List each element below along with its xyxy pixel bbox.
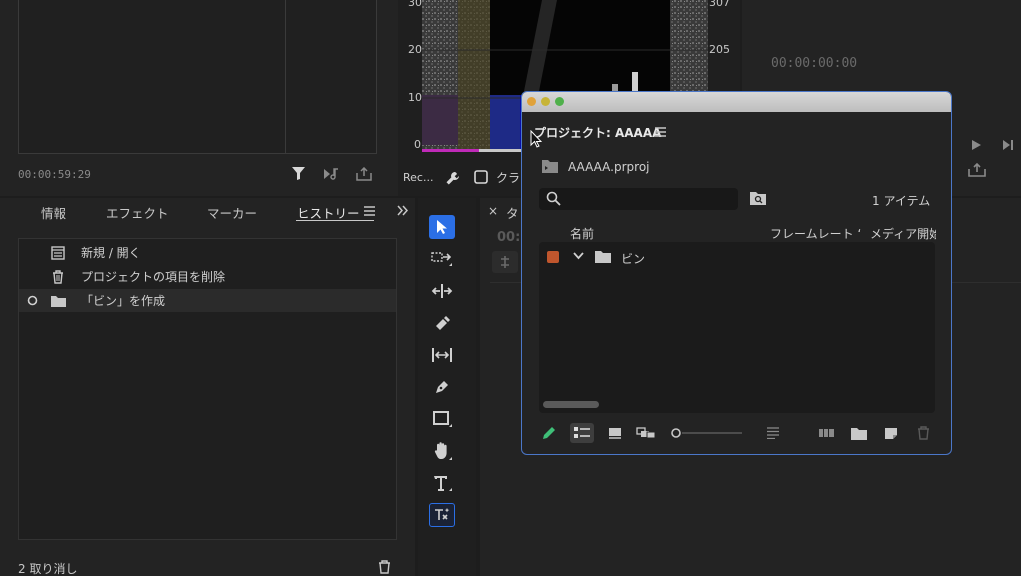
wrench-icon[interactable] <box>445 170 461 186</box>
trash-icon <box>51 269 65 284</box>
insert-audio-icon[interactable] <box>323 167 341 181</box>
slip-tool-icon[interactable] <box>429 343 455 367</box>
icon-view-icon[interactable] <box>604 423 626 443</box>
project-panel-menu-icon[interactable] <box>655 127 666 137</box>
tab-markers[interactable]: マーカー <box>207 203 257 222</box>
scope-scale-label: 205 <box>709 43 730 56</box>
new-item-icon[interactable] <box>880 423 902 443</box>
timeline-close-icon[interactable]: × <box>488 204 498 218</box>
project-item-list: ビン <box>539 242 935 413</box>
current-state-indicator-icon <box>27 295 38 306</box>
history-list: 新規 / 開く プロジェクトの項目を削除 「ビン」を作成 <box>18 238 397 540</box>
new-open-icon <box>51 245 65 260</box>
history-item-label: プロジェクトの項目を削除 <box>81 270 226 284</box>
history-item[interactable]: 新規 / 開く <box>19 241 396 264</box>
selection-tool-icon[interactable] <box>429 215 455 239</box>
tab-effects[interactable]: エフェクト <box>106 203 169 222</box>
hand-tool-icon[interactable] <box>429 439 455 463</box>
play-icon[interactable] <box>970 139 982 151</box>
razor-tool-icon[interactable] <box>429 311 455 335</box>
zoom-window-icon[interactable] <box>555 97 564 106</box>
history-item-label: 新規 / 開く <box>81 246 141 260</box>
tab-info[interactable]: 情報 <box>41 203 66 222</box>
project-window: プロジェクト: AAAAA AAAAA.prproj 1 アイテム 名前 フレー… <box>521 91 952 455</box>
filter-icon[interactable] <box>291 166 306 181</box>
pencil-icon[interactable] <box>538 423 560 443</box>
scope-scale-label: 30 <box>408 0 422 9</box>
find-bin-icon[interactable] <box>750 191 766 205</box>
horizontal-scrollbar[interactable] <box>543 401 599 408</box>
automate-to-sequence-icon[interactable] <box>816 423 838 443</box>
source-monitor-viewer[interactable] <box>18 0 377 154</box>
more-panels-chevron-icon[interactable] <box>397 205 409 216</box>
track-select-tool-icon[interactable] <box>429 247 455 271</box>
type-tool-icon[interactable] <box>429 471 455 495</box>
bin-row[interactable]: ビン <box>539 246 935 268</box>
column-header-frame-rate[interactable]: フレームレート ‘ <box>770 225 861 242</box>
history-item-label: 「ビン」を作成 <box>81 294 166 308</box>
scope-scale-label: 20 <box>408 43 422 56</box>
export-icon[interactable] <box>356 167 372 181</box>
active-tab-underline <box>296 220 374 221</box>
program-timecode: 00:00:00:00 <box>771 56 858 71</box>
step-forward-icon[interactable] <box>1001 139 1015 151</box>
list-view-icon[interactable] <box>570 423 594 443</box>
column-header-name[interactable]: 名前 <box>570 225 594 242</box>
generative-extend-tool-icon[interactable] <box>429 503 455 527</box>
folder-icon <box>51 295 66 307</box>
column-header-media-start[interactable]: メディア開始 <box>870 225 936 242</box>
scope-scale-label: 10 <box>408 91 422 104</box>
delete-history-icon[interactable] <box>378 560 391 574</box>
scope-scale-label: 307 <box>709 0 730 9</box>
project-search-input[interactable] <box>539 188 738 210</box>
source-monitor-divider <box>285 0 286 154</box>
search-icon <box>546 191 561 206</box>
bin-folder-icon <box>595 250 611 263</box>
project-filename: AAAAA.prproj <box>568 160 650 174</box>
snap-icon[interactable] <box>492 251 518 273</box>
history-item-selected[interactable]: 「ビン」を作成 <box>19 289 396 312</box>
project-bottom-toolbar <box>522 418 951 448</box>
scope-footer-label[interactable]: Rec... <box>403 171 433 184</box>
checkbox-icon[interactable] <box>474 170 488 184</box>
window-titlebar[interactable] <box>522 92 951 112</box>
ripple-edit-tool-icon[interactable] <box>429 279 455 303</box>
item-count: 1 アイテム <box>872 194 931 208</box>
source-timecode: 00:00:59:29 <box>18 168 91 181</box>
timeline-timecode: 00: <box>497 230 521 245</box>
scope-scale-label: 0 <box>414 138 421 151</box>
pen-tool-icon[interactable] <box>429 375 455 399</box>
sort-icons-icon[interactable] <box>762 423 784 443</box>
clear-trash-icon[interactable] <box>912 423 934 443</box>
history-item[interactable]: プロジェクトの項目を削除 <box>19 265 396 288</box>
program-export-icon[interactable] <box>968 163 986 177</box>
new-bin-icon[interactable] <box>848 423 870 443</box>
timeline-tab[interactable]: タ <box>506 203 519 222</box>
bin-name: ビン <box>621 252 646 266</box>
project-panel-title[interactable]: プロジェクト: AAAAA <box>534 124 661 141</box>
close-window-icon[interactable] <box>527 97 536 106</box>
freeform-view-icon[interactable] <box>635 423 657 443</box>
mouse-cursor-icon <box>530 130 542 148</box>
scope-footer-label-2: クラ <box>496 171 521 185</box>
label-color-swatch[interactable] <box>547 251 559 263</box>
zoom-slider[interactable] <box>670 423 742 443</box>
minimize-window-icon[interactable] <box>541 97 550 106</box>
rectangle-tool-icon[interactable] <box>429 407 455 431</box>
undo-count: 2 取り消し <box>18 562 78 576</box>
project-file-icon <box>542 159 558 173</box>
panel-menu-icon[interactable] <box>364 206 375 216</box>
chevron-down-icon[interactable] <box>573 252 584 260</box>
